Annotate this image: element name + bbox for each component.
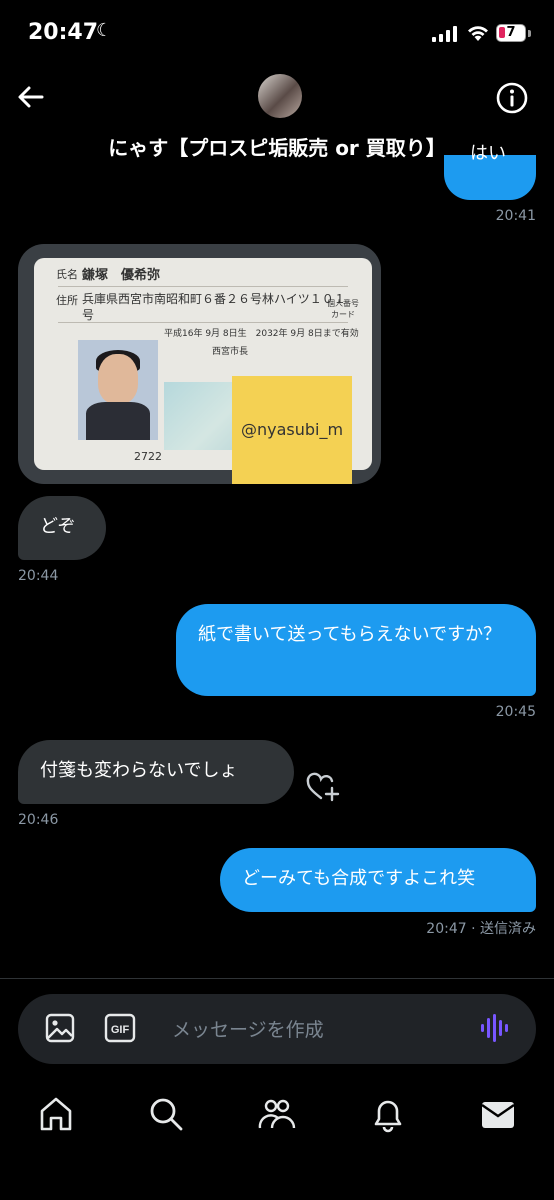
battery-cap xyxy=(528,30,531,37)
id-card-address: 兵庫県西宮市南昭和町６番２６号林ハイツ１０１ xyxy=(82,292,346,306)
avatar[interactable] xyxy=(258,74,302,118)
message-bubble-outgoing[interactable]: どーみても合成ですよこれ笑 xyxy=(220,848,536,912)
id-card: 氏名 鎌塚 優希弥 住所 兵庫県西宮市南昭和町６番２６号林ハイツ１０１ 号 平成… xyxy=(34,258,372,484)
home-icon[interactable] xyxy=(36,1094,76,1134)
id-card-address-label: 住所 xyxy=(56,294,78,307)
id-card-dates: 平成16年 9月 8日生 2032年 9月 8日まで有効 xyxy=(164,329,359,339)
sticky-note: @nyasubi_m xyxy=(232,376,352,484)
message-input[interactable]: メッセージを作成 xyxy=(172,1015,324,1042)
svg-text:GIF: GIF xyxy=(111,1024,130,1036)
message-bubble-incoming[interactable]: 付箋も変わらないでしょ xyxy=(18,740,294,804)
message-text: 紙で書いて送ってもらえないですか？ xyxy=(198,624,502,645)
message-timestamp: 20:47 · 送信済み xyxy=(426,921,536,937)
message-text: どぞ xyxy=(40,516,76,537)
battery-icon: 7 xyxy=(496,24,526,42)
voice-icon[interactable] xyxy=(478,1012,512,1044)
messages-icon[interactable] xyxy=(478,1094,518,1134)
notifications-icon[interactable] xyxy=(368,1094,408,1134)
message-timestamp: 20:41 xyxy=(495,208,536,224)
message-timestamp: 20:46 xyxy=(18,812,59,828)
message-timestamp: 20:44 xyxy=(18,568,59,584)
id-card-name-label: 氏名 xyxy=(56,268,78,281)
message-text: はい xyxy=(470,143,506,164)
search-icon[interactable] xyxy=(146,1094,186,1134)
message-bubble-outgoing[interactable]: 紙で書いて送ってもらえないですか？ xyxy=(176,604,536,696)
message-text: 付箋も変わらないでしょ xyxy=(40,760,238,781)
id-card-number: 2722 xyxy=(134,450,162,463)
sticky-note-text: @nyasubi_m xyxy=(240,420,344,439)
status-time: 20:47 xyxy=(28,20,99,45)
image-icon[interactable] xyxy=(44,1012,76,1044)
focus-moon-icon: ☾ xyxy=(96,20,113,41)
message-timestamp: 20:45 xyxy=(495,704,536,720)
communities-icon[interactable] xyxy=(256,1094,296,1134)
message-bubble-incoming[interactable]: どぞ xyxy=(18,496,106,560)
battery-level: 7 xyxy=(506,25,516,40)
message-text: どーみても合成ですよこれ笑 xyxy=(242,868,476,889)
divider xyxy=(0,978,554,979)
info-icon[interactable] xyxy=(494,80,530,116)
id-card-name: 鎌塚 優希弥 xyxy=(82,268,161,283)
add-reaction-icon[interactable] xyxy=(306,772,340,802)
wifi-icon xyxy=(468,26,488,41)
id-card-address-2: 号 xyxy=(82,308,95,322)
message-image[interactable]: 氏名 鎌塚 優希弥 住所 兵庫県西宮市南昭和町６番２６号林ハイツ１０１ 号 平成… xyxy=(18,244,381,484)
id-card-issuer: 西宮市長 xyxy=(212,347,249,357)
id-card-badge: 個人番号カード xyxy=(327,299,359,319)
id-card-portrait xyxy=(78,340,158,440)
back-arrow-icon[interactable] xyxy=(14,80,48,114)
gif-icon[interactable]: GIF xyxy=(104,1013,136,1043)
signal-icon xyxy=(432,26,457,42)
message-bubble-outgoing[interactable]: はい xyxy=(444,143,536,200)
